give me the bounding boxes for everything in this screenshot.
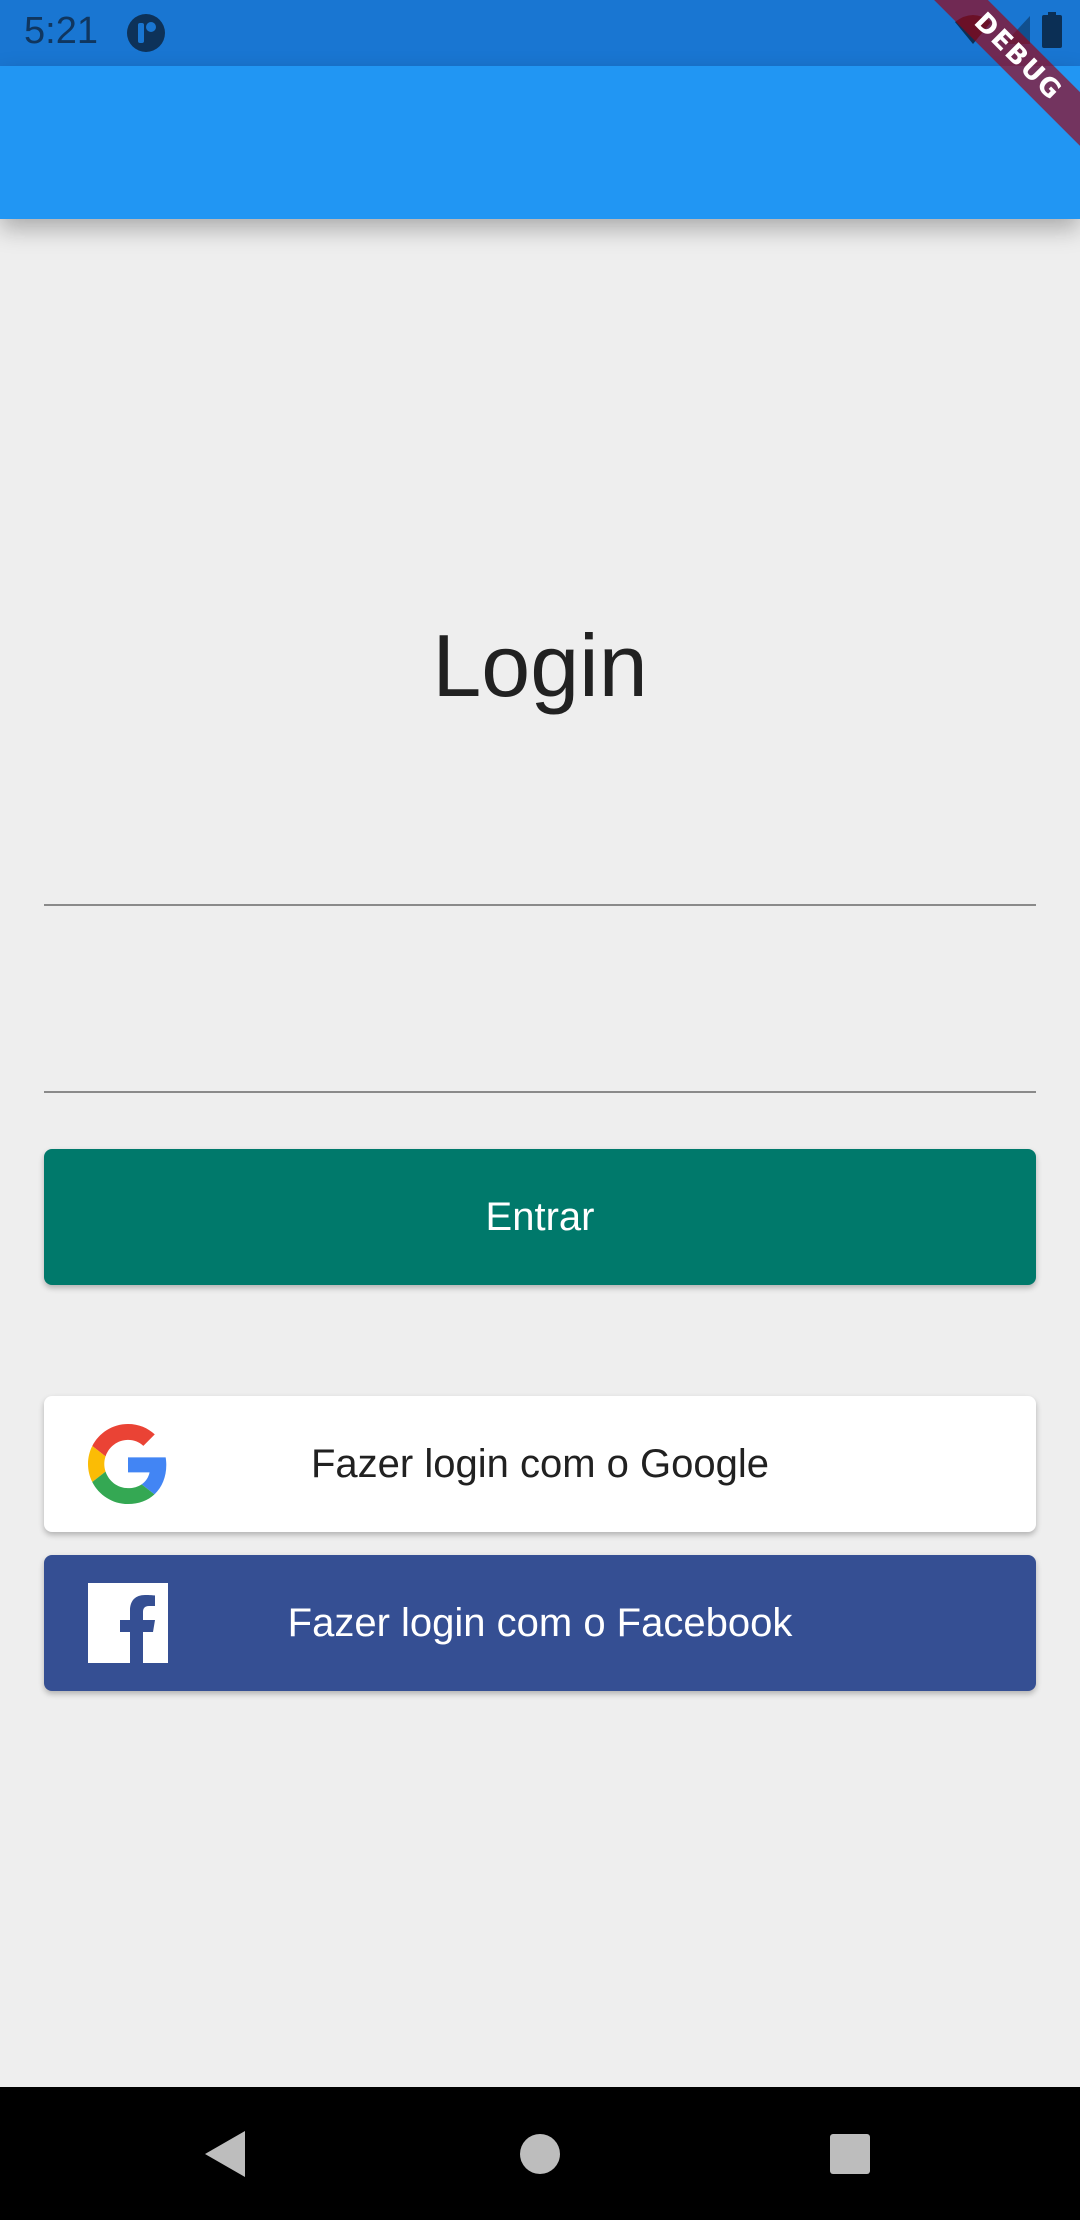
battery-icon (1042, 12, 1062, 48)
facebook-login-button[interactable]: Fazer login com o Facebook (44, 1555, 1036, 1691)
google-login-label: Fazer login com o Google (310, 1441, 769, 1486)
home-icon (520, 2133, 560, 2174)
navigation-bar (0, 2087, 1080, 2220)
status-time: 5:21 (24, 10, 98, 52)
recent-apps-icon (830, 2133, 870, 2174)
status-icons (954, 12, 1062, 48)
entrar-button[interactable]: Entrar (44, 1149, 1036, 1285)
username-field[interactable] (44, 796, 1036, 906)
app-notification-icon (127, 14, 165, 52)
facebook-login-label: Fazer login com o Facebook (287, 1600, 793, 1645)
facebook-logo-icon (88, 1583, 168, 1663)
wifi-icon (955, 15, 991, 44)
recent-apps-button[interactable] (790, 2087, 910, 2220)
login-screen: 5:21 DEBUG Login Entrar Fazer login com … (0, 0, 1080, 2220)
back-icon (205, 2130, 245, 2177)
back-button[interactable] (165, 2087, 285, 2220)
password-field[interactable] (44, 983, 1036, 1093)
google-logo-icon (88, 1424, 167, 1504)
google-login-button[interactable]: Fazer login com o Google (44, 1396, 1036, 1532)
status-bar: 5:21 (0, 0, 1080, 66)
entrar-button-label: Entrar (485, 1194, 595, 1239)
signal-icon (1004, 16, 1030, 44)
home-button[interactable] (480, 2087, 600, 2220)
page-title: Login (432, 616, 648, 715)
app-bar (0, 66, 1080, 219)
